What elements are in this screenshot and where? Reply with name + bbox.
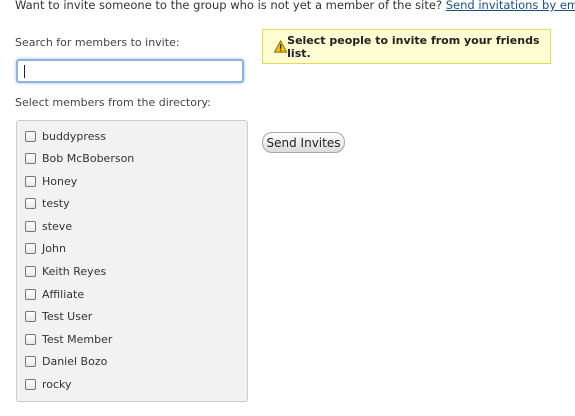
member-name: rocky xyxy=(42,377,72,391)
directory-label: Select members from the directory: xyxy=(15,96,211,109)
member-checkbox[interactable] xyxy=(25,242,36,254)
member-name: testy xyxy=(42,196,70,210)
member-name: Keith Reyes xyxy=(42,264,107,278)
member-directory-list[interactable]: buddypress Bob McBoberson Honey testy st… xyxy=(16,120,248,402)
member-name: steve xyxy=(42,219,73,233)
member-name: Affiliate xyxy=(42,287,85,301)
member-name: Test Member xyxy=(42,332,113,346)
member-item[interactable]: Honey xyxy=(25,172,77,190)
member-item[interactable]: testy xyxy=(25,194,70,212)
member-checkbox[interactable] xyxy=(25,197,36,209)
member-name: Bob McBoberson xyxy=(42,151,135,165)
member-name: buddypress xyxy=(42,129,106,143)
member-item[interactable]: Affiliate xyxy=(25,285,84,303)
member-item[interactable]: steve xyxy=(25,217,72,235)
intro-message: Want to invite someone to the group who … xyxy=(15,0,443,12)
member-item[interactable]: Daniel Bozo xyxy=(25,352,107,370)
member-checkbox[interactable] xyxy=(25,378,36,390)
member-checkbox[interactable] xyxy=(25,288,36,300)
member-checkbox[interactable] xyxy=(25,265,36,277)
member-checkbox[interactable] xyxy=(25,220,36,232)
warning-icon xyxy=(274,40,288,53)
member-item[interactable]: buddypress xyxy=(25,127,106,145)
member-item[interactable]: Bob McBoberson xyxy=(25,149,134,167)
member-search-input[interactable] xyxy=(16,59,244,83)
member-item[interactable]: Test Member xyxy=(25,330,112,348)
search-label: Search for members to invite: xyxy=(15,36,180,49)
notice-text: Select people to invite from your friend… xyxy=(287,33,540,60)
member-checkbox[interactable] xyxy=(25,152,36,164)
send-invites-button[interactable]: Send Invites xyxy=(262,132,345,153)
text-caret xyxy=(24,65,25,78)
member-checkbox[interactable] xyxy=(25,310,36,322)
member-name: Honey xyxy=(42,174,78,188)
member-checkbox[interactable] xyxy=(25,355,36,367)
member-checkbox[interactable] xyxy=(25,333,36,345)
member-checkbox[interactable] xyxy=(25,175,36,187)
notice-box: Select people to invite from your friend… xyxy=(262,29,551,64)
member-item[interactable]: Test User xyxy=(25,307,92,325)
member-name: Test User xyxy=(42,309,93,323)
member-name: John xyxy=(42,241,66,255)
member-item[interactable]: rocky xyxy=(25,375,72,393)
member-checkbox[interactable] xyxy=(25,130,36,142)
intro-text: Want to invite someone to the group who … xyxy=(15,0,575,12)
member-item[interactable]: Keith Reyes xyxy=(25,262,106,280)
send-invitations-by-email-link[interactable]: Send invitations by email. xyxy=(446,0,575,12)
member-name: Daniel Bozo xyxy=(42,354,108,368)
member-item[interactable]: John xyxy=(25,239,66,257)
